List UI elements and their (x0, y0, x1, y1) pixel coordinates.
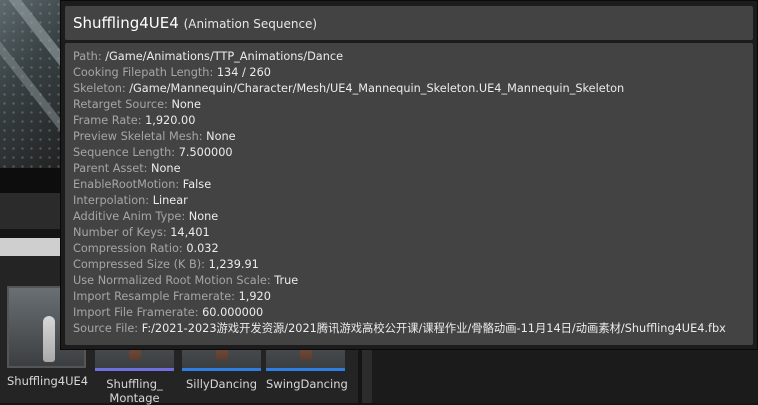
tooltip-header: Shuffling4UE4 (Animation Sequence) (65, 6, 753, 40)
property-value: F:/2021-2023游戏开发资源/2021腾讯游戏高校公开课/课程作业/骨骼… (141, 322, 726, 335)
property-value: None (188, 210, 219, 223)
property-value: 134 / 260 (216, 66, 271, 79)
property-row: Cooking Filepath Length: 134 / 260 (73, 65, 726, 81)
property-row: EnableRootMotion: False (73, 177, 726, 193)
property-value: None (171, 98, 201, 111)
property-row: Frame Rate: 1,920.00 (73, 113, 726, 129)
property-key: Compressed Size (K B): (73, 258, 205, 271)
asset-name: Shuffling4UE4 (73, 14, 179, 32)
property-value: 1,239.91 (208, 258, 259, 271)
property-key: Additive Anim Type: (73, 210, 186, 223)
asset-tooltip: Shuffling4UE4 (Animation Sequence) Path:… (60, 0, 758, 350)
property-value: False (182, 178, 212, 191)
asset-label: Shuffling_ Montage (106, 377, 163, 405)
property-row: Number of Keys: 14,401 (73, 225, 726, 241)
property-key: Skeleton: (73, 82, 126, 95)
property-value: None (151, 162, 181, 175)
property-value: 60.000000 (202, 306, 264, 319)
property-row: Compressed Size (K B): 1,239.91 (73, 257, 726, 273)
property-key: EnableRootMotion: (73, 178, 180, 191)
asset-label: SwingDancing (266, 377, 348, 391)
property-row: Use Normalized Root Motion Scale: True (73, 273, 726, 289)
property-value: /Game/Animations/TTP_Animations/Dance (105, 50, 344, 63)
property-row: Preview Skeletal Mesh: None (73, 129, 726, 145)
property-row: Retarget Source: None (73, 97, 726, 113)
property-row: Source File: F:/2021-2023游戏开发资源/2021腾讯游戏… (73, 321, 726, 337)
property-value: 0.032 (186, 242, 219, 255)
viewport-texture (0, 0, 62, 168)
asset-label: SillyDancing (186, 377, 257, 391)
asset-type: (Animation Sequence) (183, 17, 318, 31)
property-key: Use Normalized Root Motion Scale: (73, 274, 271, 287)
property-value: True (274, 274, 299, 287)
property-key: Path: (73, 50, 102, 63)
property-value: 7.500000 (178, 146, 233, 159)
property-key: Import File Framerate: (73, 306, 199, 319)
property-value: /Game/Mannequin/Character/Mesh/UE4_Manne… (129, 82, 625, 95)
property-row: Path: /Game/Animations/TTP_Animations/Da… (73, 49, 726, 65)
property-key: Source File: (73, 322, 139, 335)
property-row: Interpolation: Linear (73, 193, 726, 209)
property-key: Frame Rate: (73, 114, 142, 127)
property-list: Path: /Game/Animations/TTP_Animations/Da… (73, 49, 726, 337)
property-value: 1,920.00 (145, 114, 196, 127)
property-key: Compression Ratio: (73, 242, 183, 255)
property-key: Retarget Source: (73, 98, 168, 111)
editor-panel (0, 193, 62, 229)
level-viewport[interactable] (0, 0, 62, 168)
property-row: Additive Anim Type: None (73, 209, 726, 225)
tooltip-title: Shuffling4UE4 (Animation Sequence) (73, 14, 317, 33)
property-value: 14,401 (170, 226, 210, 239)
property-row: Import File Framerate: 60.000000 (73, 305, 726, 321)
property-key: Sequence Length: (73, 146, 176, 159)
property-key: Parent Asset: (73, 162, 148, 175)
property-row: Parent Asset: None (73, 161, 726, 177)
property-row: Sequence Length: 7.500000 (73, 145, 726, 161)
asset-label: Shuffling4UE4 (7, 374, 89, 388)
property-row: Import Resample Framerate: 1,920 (73, 289, 726, 305)
property-key: Number of Keys: (73, 226, 167, 239)
property-row: Skeleton: /Game/Mannequin/Character/Mesh… (73, 81, 726, 97)
property-value: 1,920 (238, 290, 271, 303)
property-key: Interpolation: (73, 194, 150, 207)
property-key: Preview Skeletal Mesh: (73, 130, 203, 143)
property-key: Import Resample Framerate: (73, 290, 235, 303)
property-value: None (206, 130, 236, 143)
mannequin-preview (43, 316, 55, 362)
property-value: Linear (152, 194, 188, 207)
viewport-bottom-bar (0, 168, 62, 193)
tooltip-body: Path: /Game/Animations/TTP_Animations/Da… (65, 43, 753, 345)
property-row: Compression Ratio: 0.032 (73, 241, 726, 257)
property-key: Cooking Filepath Length: (73, 66, 214, 79)
